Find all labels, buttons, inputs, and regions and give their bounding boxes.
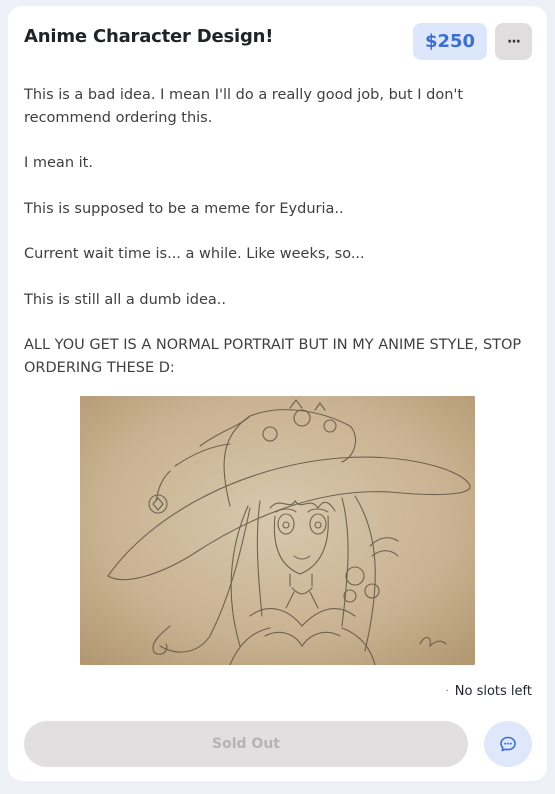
message-button[interactable]	[484, 721, 532, 767]
description-paragraph: Current wait time is... a while. Like we…	[24, 246, 365, 262]
description-paragraph: This is supposed to be a meme for Eyduri…	[24, 200, 344, 217]
example-artwork-image[interactable]	[80, 396, 475, 665]
description-paragraph: ALL YOU GET IS A NORMAL PORTRAIT BUT IN …	[24, 337, 522, 376]
more-options-button[interactable]: ···	[495, 23, 532, 60]
sold-out-button[interactable]: Sold Out	[24, 721, 468, 767]
description-paragraph: This is still all a dumb idea..	[24, 291, 227, 308]
slots-status-label: No slots left	[454, 684, 532, 699]
commission-card: Anime Character Design! $250 ··· This is…	[8, 6, 547, 781]
chat-bubble-icon	[500, 736, 516, 752]
more-horizontal-icon: ···	[507, 33, 521, 50]
description-paragraph: This is a bad idea. I mean I'll do a rea…	[24, 87, 464, 126]
price-badge: $250	[413, 23, 487, 60]
sketch-illustration	[80, 396, 475, 665]
description-paragraph: I mean it.	[24, 155, 93, 171]
slots-status: · No slots left	[446, 684, 532, 699]
status-dot: ·	[445, 686, 449, 697]
listing-description: This is a bad idea. I mean I'll do a rea…	[24, 84, 534, 402]
listing-title: Anime Character Design!	[24, 26, 274, 47]
